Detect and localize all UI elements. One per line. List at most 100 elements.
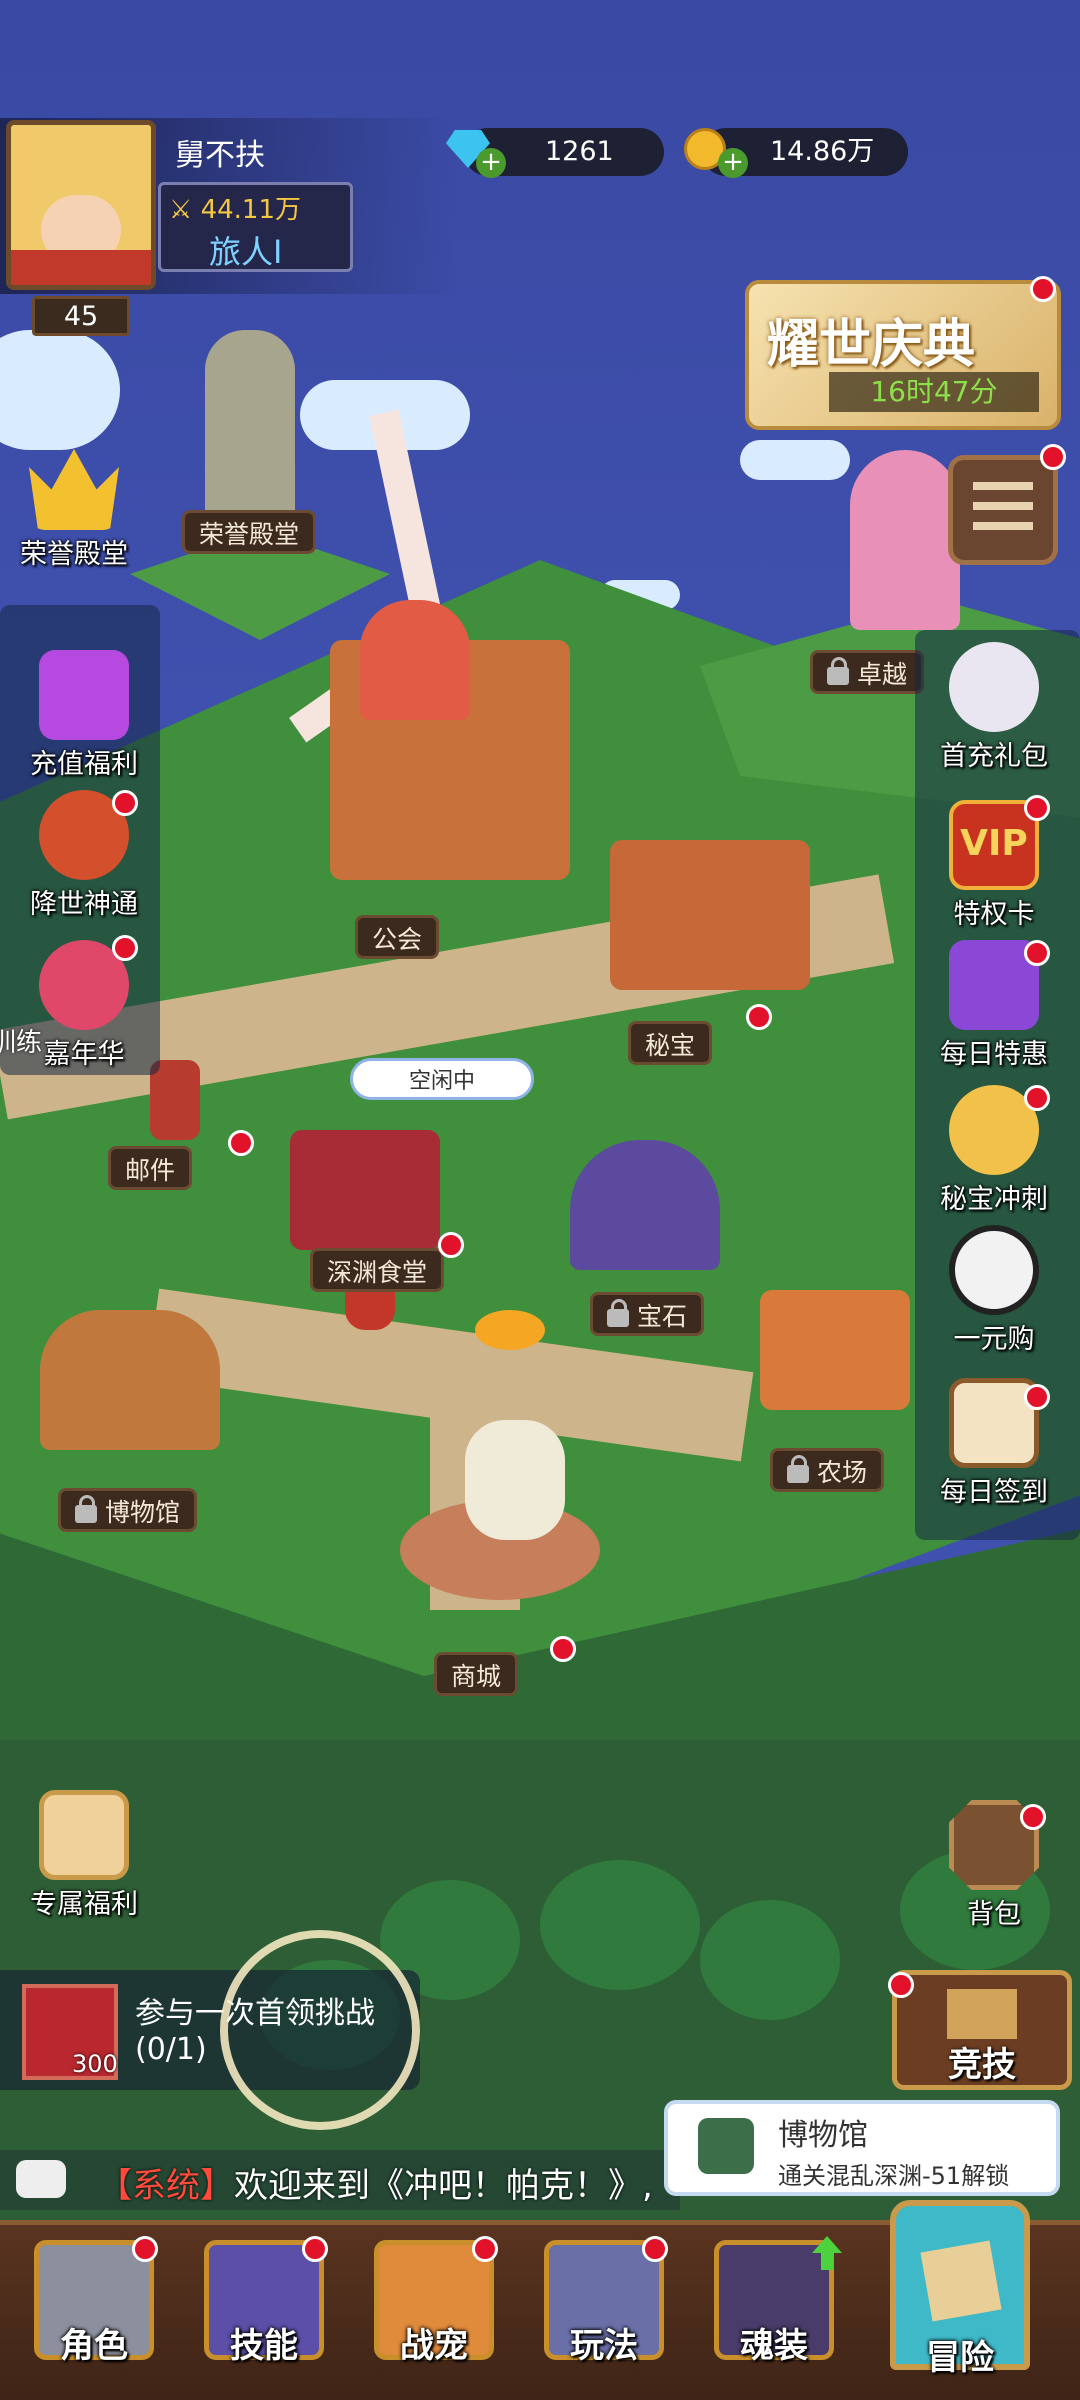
guild-sign[interactable]: 公会 bbox=[355, 915, 440, 959]
panda-icon bbox=[949, 1225, 1039, 1315]
honor-hall-sign[interactable]: 荣誉殿堂 bbox=[182, 510, 317, 554]
arena-alert-dot bbox=[888, 1972, 914, 1998]
menu-list-button[interactable] bbox=[948, 455, 1058, 565]
lucky-cat-statue bbox=[465, 1420, 565, 1540]
mall-alert-dot bbox=[550, 1636, 576, 1662]
lock-icon bbox=[827, 657, 849, 685]
excellence-sign-label: 卓越 bbox=[857, 660, 908, 689]
gold-amount: 14.86万 bbox=[770, 136, 875, 167]
arena-label: 竞技 bbox=[948, 2045, 1016, 2085]
honor-hall-button[interactable]: 荣誉殿堂 bbox=[14, 440, 134, 571]
first-recharge-button[interactable]: 首充礼包 bbox=[934, 642, 1054, 773]
museum-building[interactable] bbox=[40, 1310, 220, 1450]
crown-icon bbox=[29, 449, 119, 530]
player-title: 旅人I bbox=[209, 233, 283, 271]
quest-progress: (0/1) bbox=[135, 2032, 207, 2067]
qr-scroll-icon bbox=[39, 1790, 129, 1880]
gold-add-icon[interactable]: + bbox=[718, 148, 748, 178]
player-name: 舅不扶 bbox=[175, 138, 265, 173]
gem-sign[interactable]: 宝石 bbox=[590, 1292, 705, 1336]
chat-bubble-icon[interactable] bbox=[16, 2160, 66, 2198]
cat-girl-icon bbox=[949, 642, 1039, 732]
museum-mini-icon bbox=[698, 2118, 754, 2174]
museum-sign[interactable]: 博物馆 bbox=[58, 1488, 198, 1532]
exclusive-welfare-label: 专属福利 bbox=[30, 1889, 138, 1920]
tooltip-desc: 通关混乱深渊-51解锁 bbox=[778, 2162, 1010, 2190]
daily-signin-alert-dot bbox=[1024, 1384, 1050, 1410]
lock-icon bbox=[787, 1455, 809, 1483]
treasure-alert-dot bbox=[746, 1004, 772, 1030]
one-yuan-button[interactable]: 一元购 bbox=[934, 1225, 1054, 1356]
cloud bbox=[740, 440, 850, 480]
treasure-sign[interactable]: 秘宝 bbox=[628, 1021, 713, 1065]
diamond-amount: 1261 bbox=[545, 136, 614, 167]
god-event-label: 降世神通 bbox=[30, 889, 138, 920]
lock-icon bbox=[75, 1495, 97, 1523]
chat-message-row: 【系统】欢迎来到《冲吧！帕克！》, bbox=[98, 2158, 653, 2207]
power-title-box[interactable]: ⚔ 44.11万 旅人I bbox=[158, 182, 353, 272]
tree bbox=[540, 1860, 700, 1990]
nav-adventure[interactable]: 冒险 bbox=[880, 2200, 1040, 2400]
skill-alert-dot bbox=[302, 2236, 328, 2262]
exclusive-welfare-button[interactable]: 专属福利 bbox=[24, 1790, 144, 1921]
arena-gate-icon bbox=[947, 1989, 1017, 2039]
menu-alert-dot bbox=[1040, 444, 1066, 470]
nav-play-label: 玩法 bbox=[570, 2326, 638, 2366]
event-alert-dot bbox=[1030, 276, 1056, 302]
quest-highlight-ring bbox=[220, 1930, 420, 2130]
tree bbox=[700, 1900, 840, 2020]
diamond-add-icon[interactable]: + bbox=[476, 148, 506, 178]
player-level-badge: 45 bbox=[32, 296, 130, 336]
treasure-rush-alert-dot bbox=[1024, 1085, 1050, 1111]
arena-button[interactable]: 竞技 bbox=[892, 1970, 1072, 2090]
mail-box[interactable] bbox=[150, 1060, 200, 1140]
farm-building[interactable] bbox=[760, 1290, 910, 1410]
recharge-label: 充值福利 bbox=[30, 749, 138, 780]
power-icon: ⚔ bbox=[169, 195, 193, 225]
mail-alert-dot bbox=[228, 1130, 254, 1156]
chat-tag: 【系统】 bbox=[98, 2166, 234, 2206]
canteen-building[interactable] bbox=[290, 1130, 440, 1250]
mall-sign[interactable]: 商城 bbox=[434, 1652, 519, 1696]
player-avatar[interactable] bbox=[6, 120, 156, 290]
farm-sign[interactable]: 农场 bbox=[770, 1448, 885, 1492]
training-label[interactable]: 训练 bbox=[0, 1022, 42, 1059]
nav-pet-label: 战宠 bbox=[400, 2326, 468, 2366]
event-banner[interactable]: 耀世庆典 16时47分 bbox=[745, 280, 1061, 430]
airship-tower bbox=[850, 450, 960, 630]
gift-icon bbox=[39, 650, 129, 740]
honor-statue bbox=[205, 330, 295, 530]
nav-role-label: 角色 bbox=[60, 2326, 128, 2366]
backpack-alert-dot bbox=[1020, 1804, 1046, 1830]
treasure-building[interactable] bbox=[610, 840, 810, 990]
honor-hall-label: 荣誉殿堂 bbox=[20, 539, 128, 570]
play-alert-dot bbox=[642, 2236, 668, 2262]
canteen-alert-dot bbox=[438, 1232, 464, 1258]
privilege-card-label: 特权卡 bbox=[953, 899, 1035, 930]
chat-bar[interactable]: 【系统】欢迎来到《冲吧！帕克！》, bbox=[0, 2150, 680, 2210]
pet-alert-dot bbox=[472, 2236, 498, 2262]
daily-deal-alert-dot bbox=[1024, 940, 1050, 966]
power-value: 44.11万 bbox=[200, 195, 302, 225]
idle-status-bubble: 空闲中 bbox=[350, 1058, 534, 1100]
event-timer: 16时47分 bbox=[829, 372, 1039, 412]
mail-sign[interactable]: 邮件 bbox=[108, 1146, 193, 1190]
privilege-alert-dot bbox=[1024, 795, 1050, 821]
farm-sign-label: 农场 bbox=[817, 1458, 868, 1487]
chat-message: 欢迎来到《冲吧！帕克！》, bbox=[234, 2166, 653, 2206]
event-title: 耀世庆典 bbox=[767, 315, 976, 375]
excellence-sign[interactable]: 卓越 bbox=[810, 650, 925, 694]
gem-building[interactable] bbox=[570, 1140, 720, 1270]
canteen-sign[interactable]: 深渊食堂 bbox=[310, 1248, 445, 1292]
gem-sign-label: 宝石 bbox=[637, 1302, 688, 1331]
lock-icon bbox=[607, 1299, 629, 1327]
nav-soul[interactable]: 魂装 bbox=[714, 2240, 834, 2367]
treasure-rush-label: 秘宝冲刺 bbox=[940, 1184, 1048, 1215]
daily-signin-label: 每日签到 bbox=[940, 1477, 1048, 1508]
recharge-button[interactable]: 充值福利 bbox=[24, 650, 144, 781]
unlock-tooltip[interactable]: 博物馆 通关混乱深渊-51解锁 bbox=[664, 2100, 1060, 2196]
daily-deal-label: 每日特惠 bbox=[940, 1039, 1048, 1070]
first-recharge-label: 首充礼包 bbox=[940, 741, 1048, 772]
nav-soul-label: 魂装 bbox=[740, 2326, 808, 2366]
cloud bbox=[0, 330, 120, 450]
